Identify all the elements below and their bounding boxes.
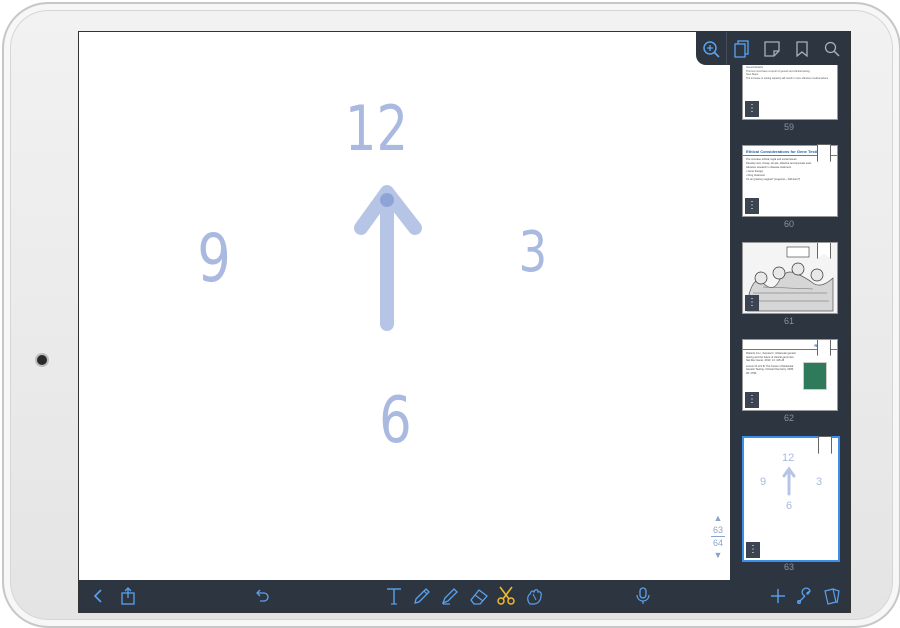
scroll-down-icon[interactable]: ▼	[707, 549, 729, 561]
page-thumbnail-sidebar: Increased testing capacity for individua…	[730, 32, 850, 580]
book-cover-image	[803, 362, 827, 390]
clock-hand-tip	[380, 193, 394, 207]
share-button[interactable]	[113, 580, 143, 612]
pen-icon	[414, 588, 430, 604]
app-screen: 12 3 6 9 ▲ 63 64 ▼ Increased testing cap…	[78, 31, 851, 613]
thumb-reference: Lennox R.H.S.B. The Future of Molecular …	[746, 364, 794, 375]
share-icon	[121, 587, 135, 605]
search-icon	[824, 41, 840, 57]
thumbnail-menu-icon[interactable]: ⋮	[746, 542, 760, 558]
scissors-icon	[497, 586, 515, 605]
thumbnail-page-59[interactable]: Increased testing capacity for individua…	[742, 56, 838, 120]
thumbnail-menu-icon[interactable]: ⋮	[745, 295, 759, 311]
eraser-tool-button[interactable]	[463, 580, 493, 612]
bookmark-icon	[796, 40, 808, 57]
highlighter-tool-button[interactable]	[435, 580, 465, 612]
undo-icon	[256, 589, 269, 602]
pages-icon	[734, 39, 749, 58]
highlighter-icon	[441, 588, 458, 605]
drawing-canvas[interactable]: 12 3 6 9	[79, 32, 730, 580]
bottom-toolbar	[79, 580, 850, 612]
pages-button[interactable]	[726, 32, 757, 65]
front-camera	[37, 355, 47, 365]
page-number-label: 60	[783, 219, 794, 229]
back-button[interactable]	[83, 580, 113, 612]
clock-number-6: 6	[379, 384, 412, 458]
thumbnail-menu-icon[interactable]: ⋮	[745, 198, 759, 214]
text-tool-icon	[387, 588, 401, 605]
ipad-device-frame: 12 3 6 9 ▲ 63 64 ▼ Increased testing cap…	[2, 2, 900, 628]
thumbnail-menu-icon[interactable]: ⋮	[745, 101, 759, 117]
text-tool-button[interactable]	[379, 580, 409, 612]
bookmarks-button[interactable]	[787, 32, 817, 65]
page-scroller[interactable]: ▲ 63 64 ▼	[707, 512, 729, 561]
page-number-label: 62	[783, 413, 794, 423]
thumbnail-page-63[interactable]: 12 9 3 6 ⋮	[742, 436, 840, 562]
clock-number-12: 12	[344, 92, 409, 165]
page-layout-button[interactable]	[817, 580, 847, 612]
pages-stack-icon	[824, 588, 840, 605]
thumb-reference: Roberts G.H., Kanuta N., Molecular genet…	[746, 352, 796, 363]
eraser-icon	[470, 589, 488, 605]
top-toolbar	[696, 32, 850, 65]
current-page-number: 63	[712, 525, 723, 535]
thumbnail-menu-icon[interactable]: ⋮	[745, 392, 759, 408]
thumbnail-page-62[interactable]: Refs Roberts G.H., Kanuta N., Molecular …	[742, 339, 838, 411]
thumb-text: It's an growing magnet? (eugenics - half…	[746, 178, 801, 181]
page-number-label: 61	[783, 316, 794, 326]
thumbnail-page-61[interactable]: ⋮	[742, 242, 838, 314]
sticky-note-icon	[764, 40, 780, 57]
microphone-button[interactable]	[628, 580, 658, 612]
search-button[interactable]	[817, 32, 847, 65]
zoom-in-button[interactable]	[696, 32, 726, 65]
notes-button[interactable]	[757, 32, 787, 65]
pen-tool-button[interactable]	[407, 580, 437, 612]
page-number-label: 63	[783, 562, 794, 572]
settings-button[interactable]	[789, 580, 819, 612]
thumb-text: The increase in testing capacity will re…	[746, 76, 829, 80]
plus-icon	[771, 589, 785, 603]
bookmark-icon[interactable]	[817, 340, 831, 356]
zoom-in-icon	[703, 40, 720, 58]
hand-pointer-icon	[527, 589, 542, 605]
scroll-up-icon[interactable]: ▲	[707, 512, 729, 524]
clock-number-9: 9	[197, 220, 231, 297]
lasso-scissors-tool-button[interactable]	[491, 580, 521, 612]
page-number-label: 59	[783, 122, 794, 132]
wrench-icon	[797, 587, 811, 604]
undo-button[interactable]	[247, 580, 277, 612]
microphone-icon	[636, 587, 650, 604]
clock-number-3: 3	[518, 220, 548, 285]
total-page-number: 64	[712, 538, 723, 548]
image-tool-button[interactable]	[519, 580, 549, 612]
thumbnail-page-60[interactable]: Ethical Considerations for Gene Testing …	[742, 144, 838, 217]
chevron-left-icon	[93, 589, 102, 603]
